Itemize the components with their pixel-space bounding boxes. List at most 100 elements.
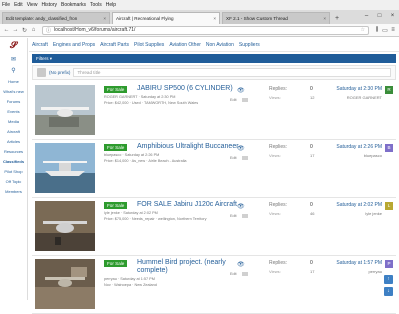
sidebar-item-events[interactable]: Events — [0, 109, 27, 114]
reload-icon[interactable]: ↻ — [20, 27, 29, 34]
sticky-toggle-icon[interactable] — [242, 272, 248, 276]
last-post-date[interactable]: Saturday at 2:02 PM — [336, 202, 382, 208]
eye-icon[interactable]: 👁 — [237, 87, 245, 94]
avatar[interactable]: L — [385, 202, 393, 210]
menu-edit[interactable]: Edit — [14, 2, 23, 8]
sidebar-item-resources[interactable]: Resources — [0, 149, 27, 154]
sidebar-item-home[interactable]: Home — [0, 79, 27, 84]
avatar[interactable]: R — [385, 86, 393, 94]
thread-row[interactable]: For Sale JABIRU SP500 (6 CYLINDER) ROGER… — [32, 82, 396, 140]
replies-label: Replies: — [269, 202, 288, 208]
close-window-button[interactable]: × — [386, 10, 399, 24]
sidebar-item-articles[interactable]: Articles — [0, 139, 27, 144]
thumbnail-image[interactable] — [35, 85, 95, 135]
thumbnail-image[interactable] — [35, 201, 95, 251]
close-icon[interactable]: × — [213, 16, 216, 21]
inbox-icon[interactable]: ✉ — [0, 56, 27, 63]
sidebar-item-media[interactable]: Media — [0, 119, 27, 124]
thread-row[interactable]: For Sale FOR SALE Jabiru J120c Aircraft … — [32, 198, 396, 256]
status-badge[interactable]: For Sale — [104, 86, 128, 93]
thread-title-input[interactable]: Thread title — [73, 68, 391, 77]
last-post-date[interactable]: Saturday at 2:26 PM — [336, 144, 382, 150]
views-label: Views: — [269, 153, 281, 158]
nav-aircraft-parts[interactable]: Aircraft Parts — [100, 42, 129, 48]
nav-engines-props[interactable]: Engines and Props — [53, 42, 95, 48]
thread-detail-line: Price: $42,000 · Used · TAMWORTH, New So… — [104, 101, 199, 105]
edit-link[interactable]: Edit — [230, 272, 237, 276]
sidebar-icon[interactable]: ▭ — [381, 27, 389, 34]
thumbnail-image[interactable] — [35, 259, 95, 309]
info-icon[interactable]: ⓘ — [46, 27, 51, 34]
last-post-date[interactable]: Saturday at 2:30 PM — [336, 86, 382, 92]
avatar[interactable]: P — [385, 260, 393, 268]
last-post-user[interactable]: bluepasco — [364, 153, 382, 158]
site-logo[interactable]: 𝓢 — [0, 38, 27, 52]
last-post-date[interactable]: Saturday at 1:57 PM — [336, 260, 382, 266]
menu-help[interactable]: Help — [106, 2, 116, 8]
menu-view[interactable]: View — [27, 2, 38, 8]
close-icon[interactable]: × — [103, 16, 106, 21]
library-icon[interactable]: ⫼ — [373, 27, 381, 34]
menu-file[interactable]: File — [2, 2, 10, 8]
eye-icon[interactable]: 👁 — [237, 261, 245, 268]
sidebar-item-off-topic[interactable]: Off Topic — [0, 179, 27, 184]
forward-icon[interactable]: → — [11, 27, 20, 33]
sidebar-item-aircraft[interactable]: Aircraft — [0, 129, 27, 134]
sidebar-item-whats-new[interactable]: What's new — [0, 89, 27, 94]
new-tab-button[interactable]: + — [332, 15, 342, 22]
thumbnail-image[interactable] — [35, 143, 95, 193]
sticky-toggle-icon[interactable] — [242, 98, 248, 102]
status-badge[interactable]: For Sale — [104, 202, 128, 209]
last-post-user[interactable]: ROGER GARNERT — [347, 95, 382, 100]
replies-count: 0 — [310, 202, 313, 208]
edit-link[interactable]: Edit — [230, 156, 237, 160]
scroll-up-button[interactable]: ↑ — [384, 275, 393, 284]
sticky-toggle-icon[interactable] — [242, 214, 248, 218]
tab-edit-template[interactable]: Edit template: andy_classified_fron × — [2, 12, 110, 24]
sticky-toggle-icon[interactable] — [242, 156, 248, 160]
edit-link[interactable]: Edit — [230, 98, 237, 102]
bookmark-star-icon[interactable]: ☆ — [361, 27, 365, 33]
filters-button[interactable]: Filters ▾ — [32, 54, 396, 63]
home-icon[interactable]: ⌂ — [29, 27, 38, 33]
tab-aircraft[interactable]: Aircraft | Recreational Flying × — [112, 12, 220, 24]
nav-suppliers[interactable]: Suppliers — [239, 42, 260, 48]
views-count: 17 — [310, 153, 315, 158]
close-icon[interactable]: × — [323, 16, 326, 21]
menu-tools[interactable]: Tools — [90, 2, 102, 8]
main-content: Aircraft Engines and Props Aircraft Part… — [29, 38, 399, 314]
menu-history[interactable]: History — [41, 2, 57, 8]
back-icon[interactable]: ← — [2, 27, 11, 33]
status-badge[interactable]: For Sale — [104, 144, 128, 151]
nav-pilot-supplies[interactable]: Pilot Supplies — [134, 42, 164, 48]
maximize-button[interactable]: □ — [373, 10, 386, 24]
nav-non-aviation[interactable]: Non Aviation — [206, 42, 234, 48]
menu-icon[interactable]: ≡ — [389, 27, 397, 34]
url-bar[interactable]: ⓘ localhost/Hom_v6/forums/aircraft.71/ ☆ — [42, 25, 369, 35]
views-count: 12 — [310, 95, 315, 100]
search-icon[interactable]: ⚲ — [0, 67, 27, 74]
nav-aviation-other[interactable]: Aviation Other — [169, 42, 201, 48]
avatar[interactable]: B — [385, 144, 393, 152]
last-post-user[interactable]: lyle jenke — [365, 211, 382, 216]
sidebar-item-pilot-shop[interactable]: Pilot Shop — [0, 169, 27, 174]
tab-title: XF 2.1 - Show Custom Thread — [226, 16, 288, 21]
thread-row[interactable]: For Sale Hummel Bird project. (nearly co… — [32, 256, 396, 314]
tab-xf-custom-thread[interactable]: XF 2.1 - Show Custom Thread × — [222, 12, 330, 24]
status-badge[interactable]: For Sale — [104, 260, 128, 267]
last-post-user[interactable]: perryau — [368, 269, 382, 274]
menu-bookmarks[interactable]: Bookmarks — [61, 2, 86, 8]
views-count: 17 — [310, 269, 315, 274]
sidebar-item-members[interactable]: Members — [0, 189, 27, 194]
minimize-button[interactable]: – — [360, 10, 373, 24]
edit-link[interactable]: Edit — [230, 214, 237, 218]
scroll-down-button[interactable]: ↓ — [384, 287, 393, 296]
nav-aircraft[interactable]: Aircraft — [32, 42, 48, 48]
eye-icon[interactable]: 👁 — [237, 203, 245, 210]
thread-author-line: lyle jenke · Saturday at 2:02 PM — [104, 211, 158, 215]
prefix-select[interactable]: (No prefix) — [49, 70, 70, 75]
eye-icon[interactable]: 👁 — [237, 145, 245, 152]
sidebar-item-forums[interactable]: Forums — [0, 99, 27, 104]
thread-row[interactable]: For Sale Amphibious Ultralight Buccaneer… — [32, 140, 396, 198]
sidebar-item-classifieds[interactable]: Classifieds — [0, 159, 27, 164]
